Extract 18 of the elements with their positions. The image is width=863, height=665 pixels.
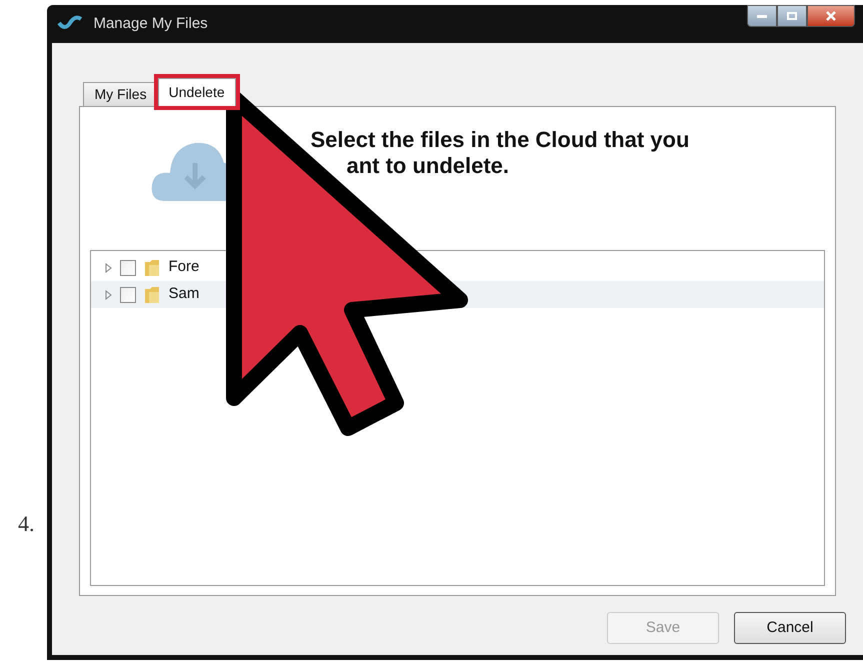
step-number: 4. bbox=[18, 510, 36, 538]
expand-arrow-icon[interactable] bbox=[105, 262, 112, 272]
checkbox[interactable] bbox=[120, 286, 136, 302]
instruction-text: ant to undelete. bbox=[346, 153, 510, 179]
folder-icon bbox=[144, 286, 160, 304]
expand-arrow-icon[interactable] bbox=[105, 290, 112, 300]
window-title: Manage My Files bbox=[93, 14, 208, 34]
folder-icon bbox=[144, 258, 160, 276]
folder-name: Sam bbox=[168, 284, 200, 304]
maximize-button[interactable] bbox=[777, 5, 807, 27]
minimize-button[interactable] bbox=[747, 5, 777, 27]
tree-row[interactable]: Fore bbox=[91, 254, 824, 281]
dialog-button[interactable]: Cancel bbox=[734, 612, 846, 644]
folder-name: Fore bbox=[168, 257, 200, 278]
checkbox[interactable] bbox=[120, 260, 136, 276]
close-icon bbox=[825, 10, 837, 22]
instruction-text: Select the files in the Cloud that you bbox=[310, 127, 690, 153]
close-button[interactable] bbox=[807, 5, 855, 27]
